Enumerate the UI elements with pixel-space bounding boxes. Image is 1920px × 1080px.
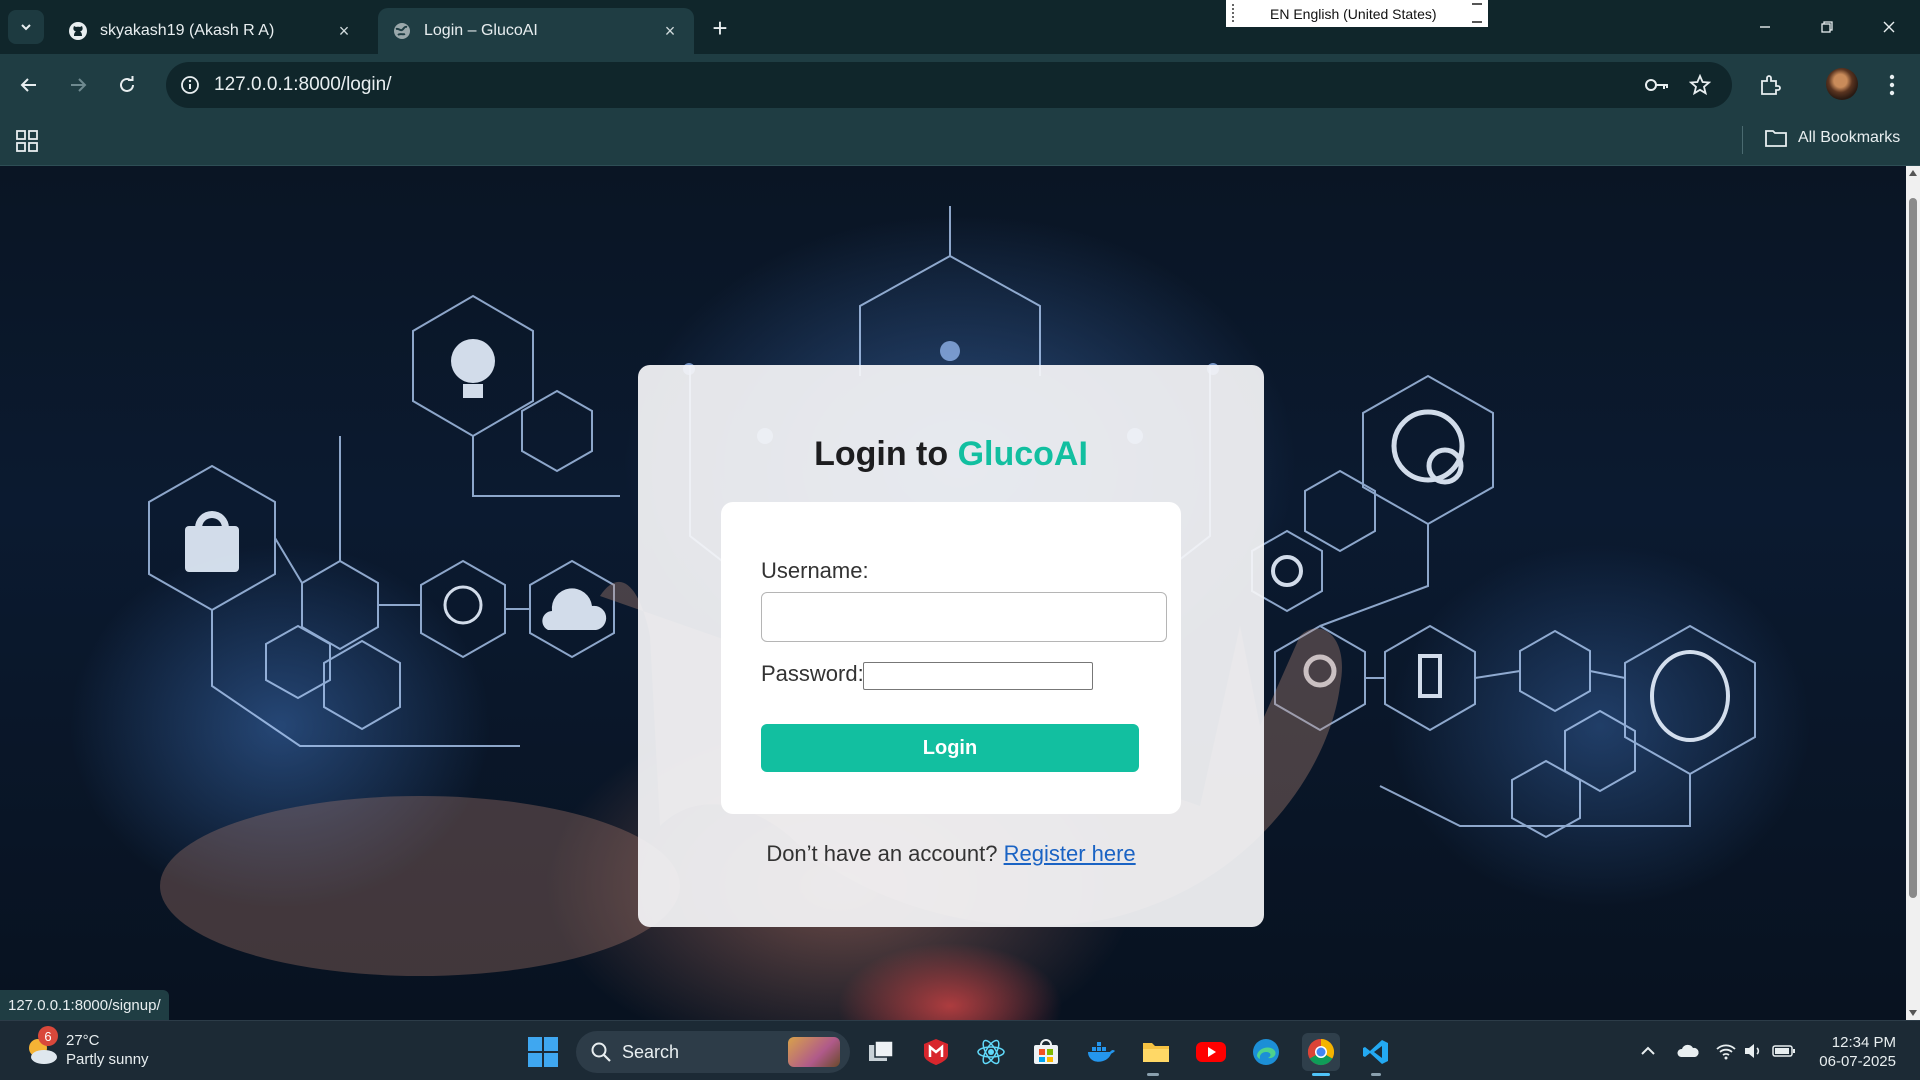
brand-name: GlucoAI bbox=[957, 435, 1088, 473]
username-label: Username: bbox=[761, 558, 869, 583]
close-icon[interactable]: × bbox=[334, 21, 354, 41]
react-icon[interactable] bbox=[972, 1033, 1010, 1071]
back-button[interactable] bbox=[12, 68, 46, 102]
tab-search-button[interactable] bbox=[8, 10, 44, 44]
microsoft-store-icon[interactable] bbox=[1027, 1033, 1065, 1071]
scroll-down-icon[interactable] bbox=[1909, 1010, 1917, 1016]
arrow-left-icon bbox=[20, 78, 36, 92]
url-text[interactable]: 127.0.0.1:8000/login/ bbox=[214, 74, 392, 96]
forward-button[interactable] bbox=[61, 68, 95, 102]
signup-prompt: Don’t have an account? Register here bbox=[638, 841, 1264, 867]
tab-strip: skyakash19 (Akash R A) × Login – GlucoAI… bbox=[0, 0, 1920, 54]
login-card: Login to GlucoAI Username: Password: Log… bbox=[638, 365, 1264, 927]
profile-avatar[interactable] bbox=[1826, 68, 1858, 100]
minimize-button[interactable] bbox=[1742, 8, 1788, 46]
volume-icon[interactable] bbox=[1742, 1039, 1766, 1063]
docker-icon[interactable] bbox=[1082, 1033, 1120, 1071]
new-tab-button[interactable]: + bbox=[704, 12, 736, 44]
minimize-icon bbox=[1760, 26, 1770, 28]
address-bar[interactable]: 127.0.0.1:8000/login/ bbox=[166, 62, 1732, 108]
youtube-icon[interactable] bbox=[1192, 1033, 1230, 1071]
active-indicator bbox=[1312, 1073, 1330, 1076]
chevron-down-icon bbox=[21, 24, 31, 31]
bookmarks-bar: All Bookmarks bbox=[0, 116, 1920, 166]
extensions-icon[interactable] bbox=[1754, 69, 1786, 101]
close-icon[interactable]: × bbox=[660, 21, 680, 41]
link-status-bubble: 127.0.0.1:8000/signup/ bbox=[0, 990, 169, 1020]
restore-icon bbox=[1821, 21, 1833, 33]
taskbar-search[interactable]: Search bbox=[576, 1031, 850, 1073]
chevron-up-icon[interactable] bbox=[1636, 1039, 1660, 1063]
notification-badge: 6 bbox=[38, 1026, 58, 1046]
password-key-icon[interactable] bbox=[1644, 73, 1670, 97]
chrome-icon[interactable] bbox=[1302, 1033, 1340, 1071]
clock-time: 12:34 PM bbox=[1831, 1034, 1896, 1051]
tab-github[interactable]: skyakash19 (Akash R A) × bbox=[54, 8, 368, 54]
password-input[interactable] bbox=[863, 662, 1093, 690]
windows-logo-icon bbox=[528, 1037, 542, 1051]
arrow-right-icon bbox=[71, 78, 87, 92]
page-title: Login to GlucoAI bbox=[638, 435, 1264, 474]
vscode-icon[interactable] bbox=[1357, 1033, 1395, 1071]
file-explorer-icon[interactable] bbox=[1137, 1033, 1175, 1071]
scroll-up-icon[interactable] bbox=[1909, 170, 1917, 176]
battery-icon[interactable] bbox=[1772, 1039, 1796, 1063]
weather-widget[interactable]: 6 27°C Partly sunny bbox=[24, 1026, 149, 1069]
language-indicator[interactable]: EN English (United States) bbox=[1226, 0, 1488, 27]
weather-icon: 6 bbox=[24, 1026, 60, 1068]
tab-title: Login – GlucoAI bbox=[424, 22, 538, 39]
signup-prompt-text: Don’t have an account? bbox=[766, 841, 1004, 866]
start-button[interactable] bbox=[528, 1037, 558, 1067]
site-info-icon[interactable] bbox=[178, 73, 202, 97]
scrollbar-thumb[interactable] bbox=[1909, 198, 1917, 898]
running-indicator bbox=[1371, 1073, 1381, 1076]
running-indicator bbox=[1147, 1073, 1159, 1076]
search-highlight-image bbox=[788, 1037, 840, 1067]
system-clock[interactable]: 12:34 PM 06-07-2025 bbox=[1819, 1033, 1896, 1071]
close-window-button[interactable] bbox=[1866, 8, 1912, 46]
weather-temp: 27°C bbox=[66, 1032, 100, 1049]
menu-kebab-icon[interactable] bbox=[1876, 69, 1908, 101]
bookmarks-separator bbox=[1742, 126, 1743, 154]
task-view-icon[interactable] bbox=[862, 1033, 900, 1071]
login-form: Username: Password: Login bbox=[721, 502, 1181, 814]
language-label: EN English (United States) bbox=[1270, 5, 1437, 22]
tab-title: skyakash19 (Akash R A) bbox=[100, 22, 275, 39]
reload-icon bbox=[120, 76, 134, 92]
username-input[interactable] bbox=[761, 592, 1167, 642]
clock-date: 06-07-2025 bbox=[1819, 1053, 1896, 1070]
globe-icon bbox=[392, 21, 412, 41]
restore-button[interactable] bbox=[1804, 8, 1850, 46]
windows-taskbar: 6 27°C Partly sunny Search 12:34 PM 06-0… bbox=[0, 1020, 1920, 1080]
expand-icon[interactable] bbox=[1472, 3, 1482, 23]
bookmark-star-icon[interactable] bbox=[1687, 73, 1713, 97]
onedrive-icon[interactable] bbox=[1676, 1039, 1700, 1063]
mcafee-icon[interactable] bbox=[917, 1033, 955, 1071]
password-label: Password: bbox=[761, 661, 864, 686]
login-button[interactable]: Login bbox=[761, 724, 1139, 772]
reload-button[interactable] bbox=[110, 68, 144, 102]
all-bookmarks-label: All Bookmarks bbox=[1798, 129, 1901, 146]
search-label: Search bbox=[622, 1041, 680, 1062]
drag-handle-icon[interactable] bbox=[1232, 4, 1234, 22]
page-scrollbar[interactable] bbox=[1906, 166, 1920, 1020]
register-link[interactable]: Register here bbox=[1004, 841, 1136, 866]
github-icon bbox=[68, 21, 88, 41]
search-icon bbox=[591, 1042, 611, 1062]
page-viewport: Login to GlucoAI Username: Password: Log… bbox=[0, 166, 1906, 1020]
weather-desc: Partly sunny bbox=[66, 1051, 149, 1068]
wifi-icon[interactable] bbox=[1714, 1039, 1738, 1063]
title-prefix: Login to bbox=[814, 435, 958, 473]
apps-grid-icon[interactable] bbox=[14, 128, 40, 154]
close-icon bbox=[1883, 21, 1895, 33]
edge-icon[interactable] bbox=[1247, 1033, 1285, 1071]
all-bookmarks-button[interactable]: All Bookmarks bbox=[1764, 128, 1900, 148]
folder-icon bbox=[1765, 130, 1787, 147]
browser-toolbar: 127.0.0.1:8000/login/ bbox=[0, 54, 1920, 116]
tab-login-glucoai[interactable]: Login – GlucoAI × bbox=[378, 8, 694, 54]
